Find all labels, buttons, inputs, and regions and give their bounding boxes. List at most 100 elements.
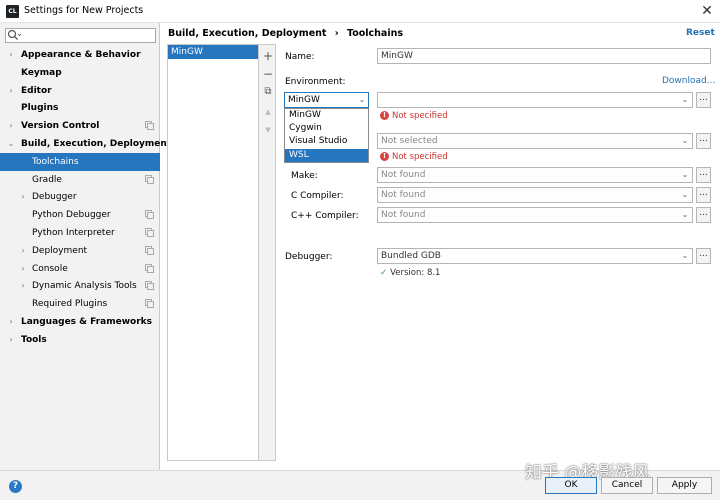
browse-debugger-button[interactable]: ... xyxy=(696,248,711,264)
make-field[interactable]: Not found xyxy=(377,167,693,183)
sidebar-item-label: Gradle xyxy=(32,174,62,185)
project-settings-icon xyxy=(145,281,154,291)
project-settings-icon xyxy=(145,174,154,184)
chevron-down-icon[interactable]: ⌄ xyxy=(357,93,367,107)
chevron-right-icon[interactable]: › xyxy=(7,331,15,349)
search-icon xyxy=(7,29,21,40)
sidebar-item[interactable]: Toolchains xyxy=(0,152,160,171)
move-down-icon[interactable]: ▼ xyxy=(262,124,274,136)
chevron-down-icon[interactable]: ⌄ xyxy=(680,188,690,202)
copy-icon[interactable]: ⧉ xyxy=(262,86,274,98)
sidebar-item[interactable]: › Editor xyxy=(0,82,160,100)
name-field[interactable]: MinGW xyxy=(377,48,711,64)
browse-c-compiler-button[interactable]: ... xyxy=(696,187,711,203)
environment-path-field[interactable] xyxy=(377,92,693,108)
cpp-compiler-label: C++ Compiler: xyxy=(291,211,359,221)
cpp-compiler-field[interactable]: Not found xyxy=(377,207,693,223)
browse-cpp-compiler-button[interactable]: ... xyxy=(696,207,711,223)
sidebar-item-label: Editor xyxy=(21,85,52,96)
cancel-button[interactable]: Cancel xyxy=(601,477,653,494)
sidebar-item[interactable]: Keymap xyxy=(0,64,160,82)
chevron-right-icon[interactable]: › xyxy=(7,82,15,100)
project-settings-icon xyxy=(145,299,154,309)
sidebar-item[interactable]: › Version Control xyxy=(0,117,160,135)
chevron-down-icon[interactable]: ⌄ xyxy=(680,93,690,107)
sidebar-item-label: Keymap xyxy=(21,67,62,78)
error-text: Not specified xyxy=(392,111,448,121)
toolchain-list[interactable] xyxy=(167,44,259,461)
debugger-field[interactable]: Bundled GDB xyxy=(377,248,693,264)
c-compiler-label: C Compiler: xyxy=(291,191,344,201)
error-icon: ! xyxy=(380,152,389,161)
search-input[interactable] xyxy=(5,28,156,43)
chevron-right-icon[interactable]: › xyxy=(19,277,27,295)
c-compiler-field[interactable]: Not found xyxy=(377,187,693,203)
sidebar-item-label: Python Interpreter xyxy=(32,228,115,238)
name-label: Name: xyxy=(285,52,315,62)
reset-link[interactable]: Reset xyxy=(686,28,715,38)
environment-option-cygwin[interactable]: Cygwin xyxy=(285,122,368,135)
window-title: Settings for New Projects xyxy=(24,5,144,16)
breadcrumb-parent[interactable]: Build, Execution, Deployment xyxy=(168,28,326,39)
breadcrumb-current: Toolchains xyxy=(347,28,404,39)
chevron-right-icon[interactable]: › xyxy=(7,46,15,64)
error-text: Not specified xyxy=(392,152,448,162)
chevron-down-icon[interactable]: ⌄ xyxy=(7,135,15,153)
remove-icon[interactable]: − xyxy=(262,68,274,80)
sidebar-item[interactable]: › Dynamic Analysis Tools xyxy=(0,277,160,295)
sidebar-item[interactable]: › Languages & Frameworks xyxy=(0,313,160,331)
sidebar-item[interactable]: › Debugger xyxy=(0,188,160,206)
help-icon[interactable]: ? xyxy=(9,480,22,493)
sidebar-item-label: Appearance & Behavior xyxy=(21,50,141,60)
sidebar-item[interactable]: › Appearance & Behavior xyxy=(0,46,160,64)
sidebar-item-label: Dynamic Analysis Tools xyxy=(32,281,137,292)
chevron-right-icon[interactable]: › xyxy=(19,188,27,206)
chevron-down-icon[interactable]: ⌄ xyxy=(680,208,690,222)
apply-button[interactable]: Apply xyxy=(657,477,712,494)
cmake-field[interactable]: Not selected xyxy=(377,133,693,149)
browse-cmake-button[interactable]: ... xyxy=(696,133,711,149)
project-settings-icon xyxy=(145,228,154,237)
sidebar-item[interactable]: Required Plugins xyxy=(0,295,160,313)
chevron-down-icon[interactable]: ⌄ xyxy=(680,168,690,182)
sidebar-item-label: Debugger xyxy=(32,192,77,203)
breadcrumb-separator: › xyxy=(334,28,339,39)
sidebar-item-label: Deployment xyxy=(32,245,88,256)
debugger-version: ✓ Version: 8.1 xyxy=(380,268,440,278)
sidebar-item[interactable]: Python Debugger xyxy=(0,206,160,224)
sidebar-item[interactable]: › Tools xyxy=(0,331,160,349)
environment-error: ! Not specified xyxy=(380,111,448,121)
sidebar-item[interactable]: › Deployment xyxy=(0,242,160,260)
ok-button[interactable]: OK xyxy=(545,477,597,494)
make-label: Make: xyxy=(291,171,318,181)
chevron-down-icon[interactable]: ⌄ xyxy=(680,134,690,148)
environment-option-wsl[interactable]: WSL xyxy=(285,149,368,162)
sidebar-item[interactable]: Python Interpreter xyxy=(0,224,160,242)
sidebar-item[interactable]: Gradle xyxy=(0,171,160,189)
version-text: Version: 8.1 xyxy=(390,268,441,278)
chevron-down-icon[interactable]: ⌄ xyxy=(680,249,690,263)
breadcrumb: Build, Execution, Deployment › Toolchain… xyxy=(168,28,403,39)
sidebar-item-label: Build, Execution, Deployment xyxy=(21,139,172,149)
environment-label: Environment: xyxy=(285,77,346,87)
chevron-right-icon[interactable]: › xyxy=(19,242,27,260)
check-icon: ✓ xyxy=(380,268,388,278)
browse-make-button[interactable]: ... xyxy=(696,167,711,183)
sidebar-item[interactable]: Plugins xyxy=(0,99,160,117)
move-up-icon[interactable]: ▲ xyxy=(262,106,274,118)
sidebar-item[interactable]: ⌄ Build, Execution, Deployment xyxy=(0,135,171,153)
toolchain-item-mingw[interactable]: MinGW xyxy=(168,45,258,59)
environment-option-visual-studio[interactable]: Visual Studio xyxy=(285,135,368,148)
error-icon: ! xyxy=(380,111,389,120)
project-settings-icon xyxy=(145,245,154,255)
chevron-right-icon[interactable]: › xyxy=(19,260,27,278)
download-link[interactable]: Download... xyxy=(662,76,715,86)
chevron-right-icon[interactable]: › xyxy=(7,117,15,135)
sidebar-item[interactable]: › Console xyxy=(0,260,160,278)
close-icon[interactable]: ✕ xyxy=(697,2,717,20)
chevron-right-icon[interactable]: › xyxy=(7,313,15,331)
add-icon[interactable]: + xyxy=(262,50,274,62)
sidebar-item-label: Languages & Frameworks xyxy=(21,317,153,327)
browse-environment-button[interactable]: ... xyxy=(696,92,711,108)
environment-option-mingw[interactable]: MinGW xyxy=(285,109,368,122)
